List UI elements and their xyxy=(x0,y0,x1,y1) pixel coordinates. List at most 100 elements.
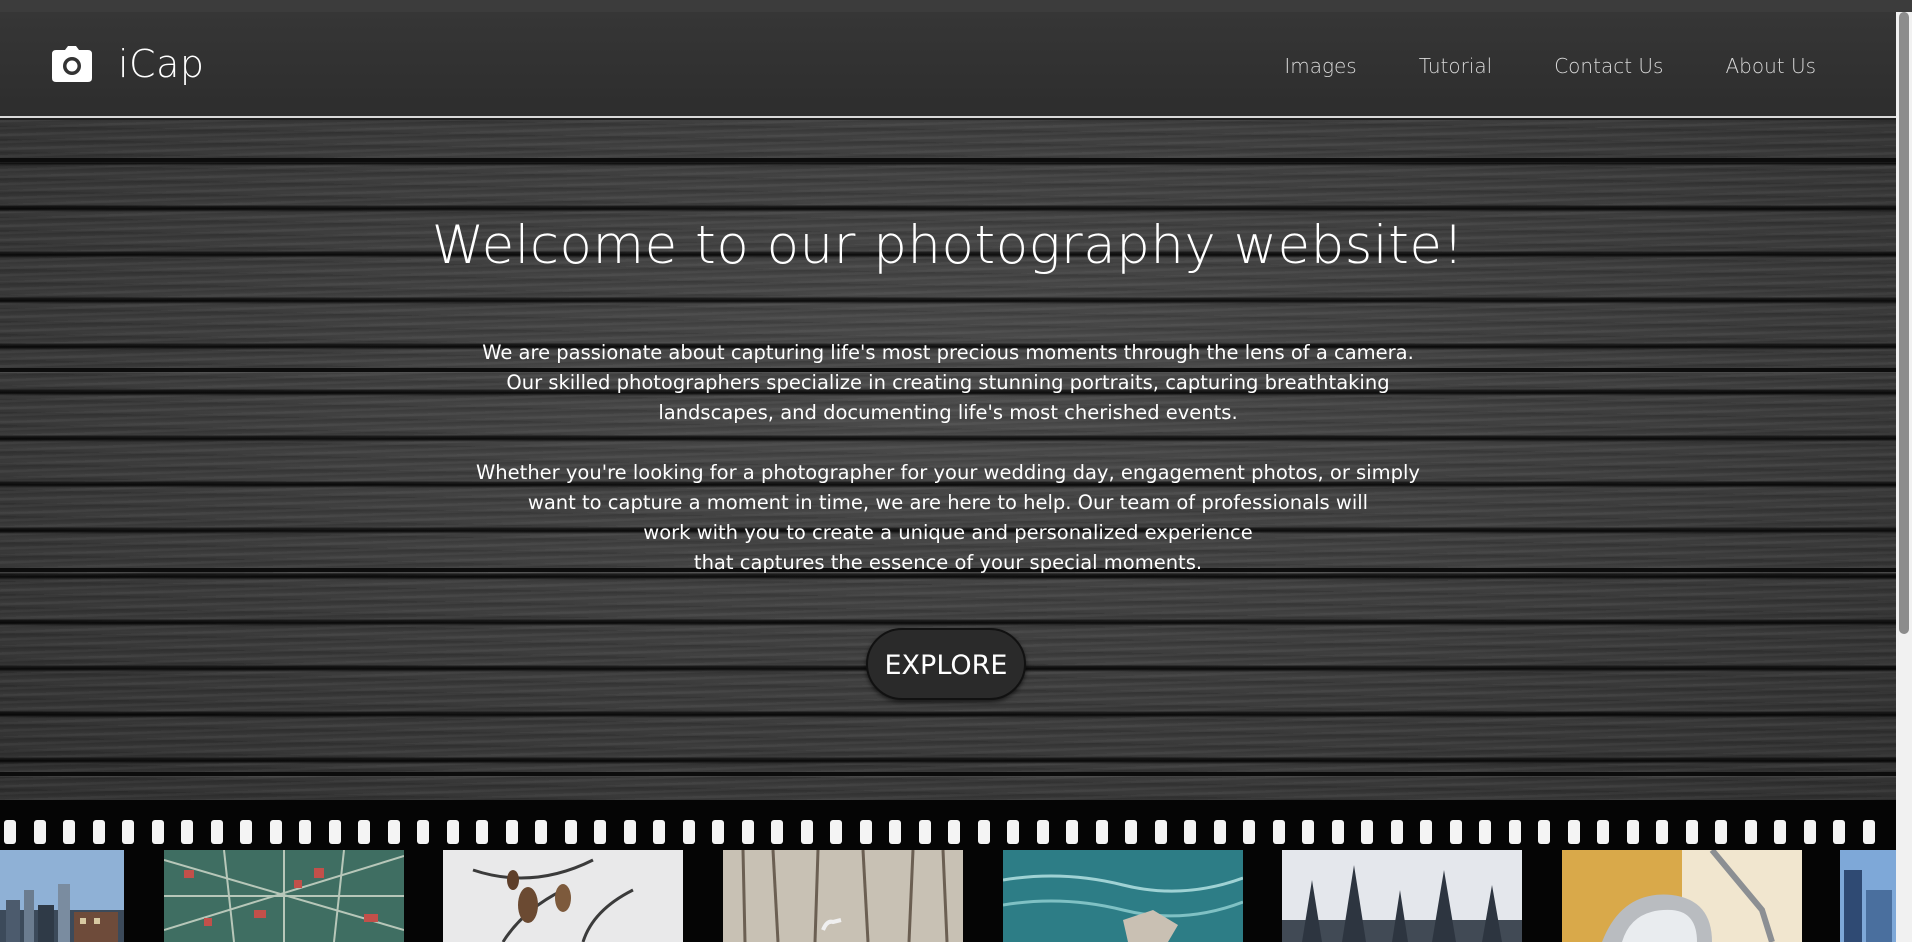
film-sprocket xyxy=(683,820,695,844)
hero-paragraph-line: landscapes, and documenting life's most … xyxy=(658,401,1238,424)
film-sprocket xyxy=(122,820,134,844)
film-sprocket xyxy=(594,820,606,844)
film-frame-ocean-waves-rock[interactable] xyxy=(1003,850,1243,942)
hero-paragraph-line: Our skilled photographers specialize in … xyxy=(506,371,1390,394)
film-sprocket xyxy=(506,820,518,844)
film-sprocket xyxy=(329,820,341,844)
film-sprocket xyxy=(388,820,400,844)
film-sprocket xyxy=(1302,820,1314,844)
film-strip xyxy=(0,800,1896,942)
film-sprocket xyxy=(1037,820,1049,844)
nav-links: Images Tutorial Contact Us About Us xyxy=(1284,54,1816,78)
film-sprocket xyxy=(4,820,16,844)
film-sprocket xyxy=(712,820,724,844)
film-sprocket xyxy=(1096,820,1108,844)
film-sprocket xyxy=(1391,820,1403,844)
film-sprocket xyxy=(1273,820,1285,844)
film-sprocket xyxy=(919,820,931,844)
hero-title: Welcome to our photography website! xyxy=(431,215,1465,276)
film-sprocket xyxy=(1627,820,1639,844)
film-sprocket xyxy=(240,820,252,844)
scrollbar-thumb[interactable] xyxy=(1899,12,1909,634)
film-sprocket xyxy=(1686,820,1698,844)
film-sprocket xyxy=(1184,820,1196,844)
hero-paragraph-line: Whether you're looking for a photographe… xyxy=(476,461,1420,484)
film-sprockets xyxy=(0,820,1896,846)
film-sprocket xyxy=(1656,820,1668,844)
film-sprocket xyxy=(358,820,370,844)
film-sprocket xyxy=(1125,820,1137,844)
film-sprocket xyxy=(624,820,636,844)
film-sprocket xyxy=(1804,820,1816,844)
film-frame-dry-leaves-branch[interactable] xyxy=(443,850,683,942)
hero-paragraph-line: We are passionate about capturing life's… xyxy=(482,341,1414,364)
film-sprocket xyxy=(860,820,872,844)
page: iCap Images Tutorial Contact Us About Us… xyxy=(0,0,1912,942)
nav-link-images[interactable]: Images xyxy=(1284,54,1356,78)
film-sprocket xyxy=(211,820,223,844)
film-frame-heron-in-trees[interactable] xyxy=(723,850,963,942)
film-frame-forest-winter[interactable] xyxy=(1282,850,1522,942)
film-sprocket xyxy=(1715,820,1727,844)
film-sprocket xyxy=(1833,820,1845,844)
film-sprocket xyxy=(1568,820,1580,844)
film-sprocket xyxy=(1450,820,1462,844)
film-frame-aerial-city-map[interactable] xyxy=(164,850,404,942)
film-sprocket xyxy=(1066,820,1078,844)
nav-link-about-us[interactable]: About Us xyxy=(1725,54,1816,78)
film-sprocket xyxy=(742,820,754,844)
explore-button[interactable]: EXPLORE xyxy=(866,628,1026,700)
film-sprocket xyxy=(889,820,901,844)
film-sprocket xyxy=(978,820,990,844)
film-sprocket xyxy=(830,820,842,844)
film-frame-chrome-car-detail[interactable] xyxy=(1562,850,1802,942)
hero-paragraph-line: that captures the essence of your specia… xyxy=(693,551,1203,574)
film-sprocket xyxy=(801,820,813,844)
film-sprocket xyxy=(1332,820,1344,844)
film-sprocket xyxy=(535,820,547,844)
film-sprocket xyxy=(34,820,46,844)
film-sprocket xyxy=(1214,820,1226,844)
scrollbar[interactable] xyxy=(1896,12,1912,942)
film-sprocket xyxy=(1538,820,1550,844)
camera-icon xyxy=(52,46,92,82)
film-sprocket xyxy=(653,820,665,844)
film-sprocket xyxy=(1155,820,1167,844)
hero-paragraph-2: Whether you're looking for a photographe… xyxy=(448,458,1448,578)
hero-paragraph-1: We are passionate about capturing life's… xyxy=(448,338,1448,428)
film-sprocket xyxy=(1774,820,1786,844)
wood-plank-seam xyxy=(0,772,1896,776)
film-sprocket xyxy=(1597,820,1609,844)
film-sprocket xyxy=(1007,820,1019,844)
hero-text: We are passionate about capturing life's… xyxy=(448,338,1448,608)
brand[interactable]: iCap xyxy=(52,42,205,86)
nav-link-tutorial[interactable]: Tutorial xyxy=(1419,54,1493,78)
film-frame-city-skyline[interactable] xyxy=(0,850,124,942)
film-sprocket xyxy=(1479,820,1491,844)
film-sprocket xyxy=(63,820,75,844)
film-sprocket xyxy=(565,820,577,844)
film-sprocket xyxy=(417,820,429,844)
navbar: iCap Images Tutorial Contact Us About Us xyxy=(0,12,1896,118)
film-sprocket xyxy=(152,820,164,844)
wood-plank-seam xyxy=(0,158,1896,162)
film-frame-city-buildings[interactable] xyxy=(1840,850,1896,942)
nav-link-contact-us[interactable]: Contact Us xyxy=(1554,54,1663,78)
film-sprocket xyxy=(181,820,193,844)
film-sprocket xyxy=(1863,820,1875,844)
film-sprocket xyxy=(270,820,282,844)
film-sprocket xyxy=(447,820,459,844)
hero-paragraph-line: want to capture a moment in time, we are… xyxy=(527,491,1369,514)
film-sprocket xyxy=(1745,820,1757,844)
film-sprocket xyxy=(1420,820,1432,844)
hero-paragraph-line: work with you to create a unique and per… xyxy=(643,521,1253,544)
film-sprocket xyxy=(1361,820,1373,844)
film-sprocket xyxy=(93,820,105,844)
film-sprocket xyxy=(771,820,783,844)
film-sprocket xyxy=(1243,820,1255,844)
film-sprocket xyxy=(476,820,488,844)
film-sprocket xyxy=(299,820,311,844)
film-sprocket xyxy=(1509,820,1521,844)
brand-name: iCap xyxy=(118,42,205,86)
film-sprocket xyxy=(948,820,960,844)
